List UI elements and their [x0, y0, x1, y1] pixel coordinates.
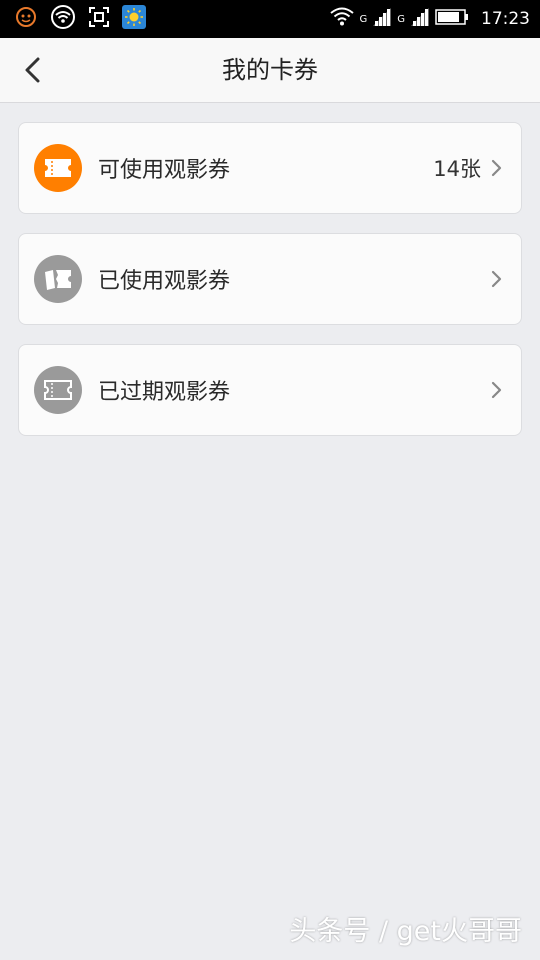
- signal-icon: [373, 8, 392, 30]
- weather-icon: [122, 5, 146, 33]
- card-used-tickets[interactable]: 已使用观影券: [18, 233, 522, 325]
- network-type-label: G: [359, 13, 368, 25]
- nav-bar: 我的卡券: [0, 38, 540, 103]
- status-bar: G G 17:23: [0, 0, 540, 38]
- scan-icon: [88, 6, 110, 32]
- watermark: 头条号 / get火哥哥: [289, 916, 522, 947]
- card-available-tickets[interactable]: 可使用观影券 14张: [18, 122, 522, 214]
- card-expired-tickets[interactable]: 已过期观影券: [18, 344, 522, 436]
- ticket-icon: [34, 144, 82, 192]
- face-icon: [14, 5, 38, 33]
- ticket-icon: [34, 366, 82, 414]
- torn-ticket-icon: [34, 255, 82, 303]
- status-time: 17:23: [481, 9, 530, 29]
- wifi-signal-icon: [50, 4, 76, 34]
- card-label: 已使用观影券: [98, 269, 231, 294]
- network-type-label: G: [397, 13, 405, 25]
- card-label: 可使用观影券: [98, 158, 231, 183]
- wifi-icon: [329, 7, 354, 31]
- card-label: 已过期观影券: [98, 380, 231, 405]
- battery-icon: [435, 8, 469, 30]
- back-button[interactable]: [8, 46, 56, 94]
- chevron-right-icon: [491, 270, 502, 288]
- chevron-right-icon: [491, 159, 502, 177]
- chevron-right-icon: [491, 381, 502, 399]
- chevron-left-icon: [25, 57, 40, 83]
- ticket-count: 14张: [433, 157, 481, 181]
- signal-icon: [411, 8, 429, 30]
- page-title: 我的卡券: [222, 56, 318, 84]
